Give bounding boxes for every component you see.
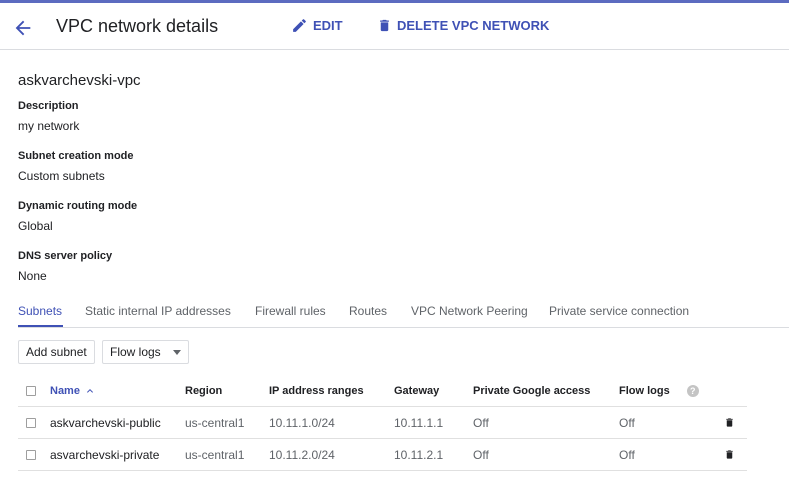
subnet-region: us-central1 bbox=[185, 438, 269, 471]
trash-icon[interactable] bbox=[724, 448, 735, 461]
subnet-mode-label: Subnet creation mode bbox=[18, 150, 134, 162]
arrow-back-icon[interactable] bbox=[12, 17, 34, 39]
subnet-gateway: 10.11.1.1 bbox=[394, 406, 473, 439]
active-tab-indicator bbox=[18, 325, 63, 327]
help-icon[interactable]: ? bbox=[686, 385, 699, 398]
network-name: askvarchevski-vpc bbox=[18, 72, 141, 89]
subnet-name[interactable]: askvarchevski-public bbox=[50, 406, 185, 439]
column-header-private-google-access: Private Google access bbox=[473, 376, 619, 407]
tab-routes[interactable]: Routes bbox=[349, 304, 387, 318]
subnet-private-google-access: Off bbox=[473, 438, 619, 471]
subnet-private-google-access: Off bbox=[473, 406, 619, 439]
subnet-gateway: 10.11.2.1 bbox=[394, 438, 473, 471]
subnet-mode-value: Custom subnets bbox=[18, 169, 105, 183]
table-row: asvarchevski-private us-central1 10.11.2… bbox=[18, 438, 747, 471]
subnet-name[interactable]: asvarchevski-private bbox=[50, 438, 185, 471]
name-column-label: Name bbox=[50, 385, 80, 397]
delete-vpc-network-button[interactable]: DELETE VPC NETWORK bbox=[377, 17, 549, 34]
subnet-region: us-central1 bbox=[185, 406, 269, 439]
sort-ascending-icon bbox=[86, 389, 93, 393]
column-header-region: Region bbox=[185, 376, 269, 407]
edit-button[interactable]: EDIT bbox=[291, 17, 343, 34]
dns-policy-value: None bbox=[18, 269, 47, 283]
column-header-gateway: Gateway bbox=[394, 376, 473, 407]
flow-logs-dropdown[interactable]: Flow logs bbox=[102, 340, 189, 364]
tab-static-internal-ip[interactable]: Static internal IP addresses bbox=[85, 304, 231, 318]
column-header-name[interactable]: Name bbox=[50, 376, 185, 407]
select-all-checkbox[interactable] bbox=[26, 386, 36, 396]
tab-bar: Subnets Static internal IP addresses Fir… bbox=[18, 297, 789, 328]
routing-mode-label: Dynamic routing mode bbox=[18, 200, 138, 212]
column-header-flow-logs: Flow logs ? bbox=[619, 376, 715, 407]
add-subnet-button[interactable]: Add subnet bbox=[18, 340, 95, 364]
row-checkbox[interactable] bbox=[26, 449, 36, 460]
description-label: Description bbox=[18, 100, 79, 112]
flow-logs-dropdown-label: Flow logs bbox=[110, 345, 161, 359]
tab-firewall-rules[interactable]: Firewall rules bbox=[255, 304, 326, 318]
subnet-ip-range: 10.11.1.0/24 bbox=[269, 406, 394, 439]
tab-private-service-connection[interactable]: Private service connection bbox=[549, 304, 689, 318]
pencil-icon bbox=[293, 19, 306, 32]
description-value: my network bbox=[18, 119, 80, 133]
page-header: VPC network details EDIT DELETE VPC NETW… bbox=[0, 3, 789, 50]
subnet-ip-range: 10.11.2.0/24 bbox=[269, 438, 394, 471]
tab-subnets[interactable]: Subnets bbox=[18, 304, 62, 318]
subnet-flow-logs: Off bbox=[619, 438, 715, 471]
page-title: VPC network details bbox=[56, 16, 219, 36]
edit-label: EDIT bbox=[313, 18, 343, 33]
caret-down-icon bbox=[172, 349, 181, 355]
table-header-row: Name Region IP address ranges Gateway Pr… bbox=[18, 376, 747, 407]
flow-logs-column-label: Flow logs bbox=[619, 384, 670, 397]
subnet-flow-logs: Off bbox=[619, 406, 715, 439]
delete-label: DELETE VPC NETWORK bbox=[397, 18, 550, 33]
routing-mode-value: Global bbox=[18, 219, 53, 233]
table-row: askvarchevski-public us-central1 10.11.1… bbox=[18, 406, 747, 439]
row-checkbox[interactable] bbox=[26, 417, 36, 428]
tab-vpc-peering[interactable]: VPC Network Peering bbox=[411, 304, 528, 318]
dns-policy-label: DNS server policy bbox=[18, 250, 113, 262]
trash-icon[interactable] bbox=[724, 416, 735, 429]
column-header-ip-ranges: IP address ranges bbox=[269, 376, 394, 407]
subnets-table: Name Region IP address ranges Gateway Pr… bbox=[18, 376, 747, 471]
trash-icon bbox=[380, 19, 389, 32]
